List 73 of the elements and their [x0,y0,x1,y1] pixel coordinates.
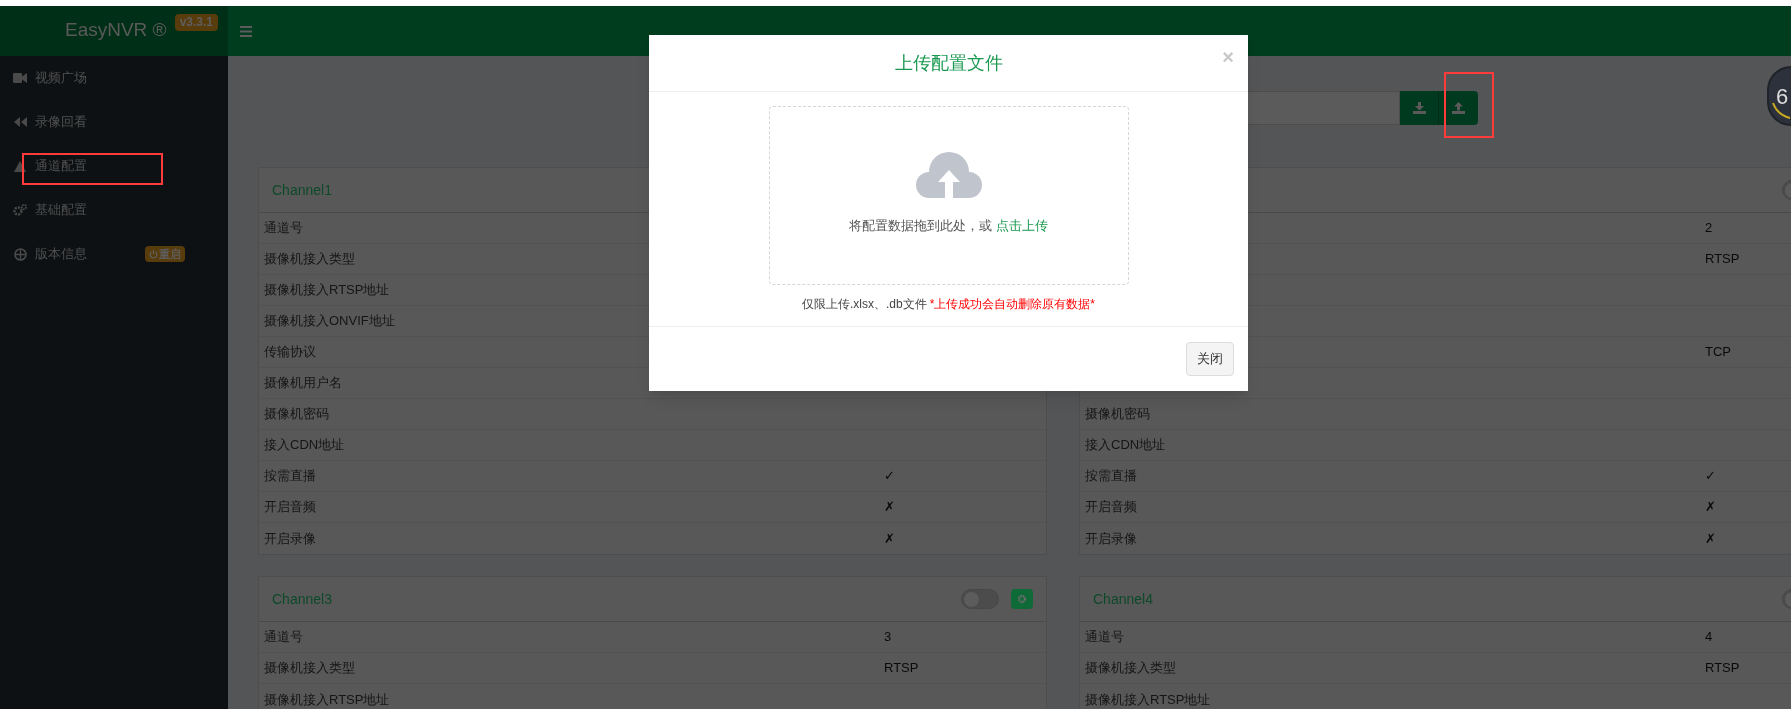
field-label: 摄像机接入RTSP地址 [264,281,390,300]
gears-icon [13,204,27,216]
field-value: 2 [1705,219,1713,238]
highlight-box [1444,72,1494,138]
field-label: 开启录像 [1085,529,1137,548]
sidebar-item[interactable]: 录像回看 [0,100,228,144]
field-value: ✗ [884,498,895,517]
progress-arc [1772,102,1791,120]
field-value: RTSP [884,659,919,678]
field-label: 开启音频 [1085,498,1137,517]
sidebar-item[interactable]: 版本信息 重启 [0,232,228,276]
restart-badge[interactable]: 重启 [145,246,185,262]
field-value: ✗ [884,529,895,548]
field-label: 开启音频 [264,498,316,517]
upload-icon [1452,102,1465,114]
channel-title: Channel4 [1093,589,1154,609]
close-button[interactable]: × [1222,47,1234,67]
download-button[interactable] [1400,91,1439,125]
field-label: 摄像机接入类型 [264,250,355,269]
menu-icon[interactable] [240,25,252,37]
field-value: ✓ [1705,467,1716,486]
field-value: ✓ [884,467,895,486]
field-value: RTSP [1705,250,1740,269]
sidebar-item[interactable]: 通道配置 [0,144,228,188]
field-value: 4 [1705,628,1713,647]
upload-link[interactable]: 点击上传 [995,218,1048,233]
field-label: 摄像机密码 [264,405,329,424]
field-label: 传输协议 [264,343,316,362]
power-icon [149,249,158,259]
warning-text: *上传成功会自动删除原有数据* [929,296,1095,313]
rewind-icon [13,117,27,127]
close-dialog-button[interactable]: 关闭 [1186,342,1234,376]
globe-icon [13,247,27,261]
sidebar-label: 基础配置 [35,201,87,220]
field-label: 通道号 [264,219,303,238]
field-label: 摄像机接入类型 [264,659,355,678]
brand-name: EasyNVR ® [65,17,167,42]
field-value: 3 [884,628,892,647]
field-label: 接入CDN地址 [1085,436,1166,455]
field-value: TCP [1705,343,1731,362]
sidebar-label: 录像回看 [35,113,87,132]
sidebar-label: 版本信息 [35,245,87,264]
settings-icon [1017,594,1027,604]
field-label: 摄像机用户名 [264,374,342,393]
drop-hint: 将配置数据拖到此处，或 点击上传 [849,217,1048,235]
upload-button[interactable] [1439,91,1478,125]
sidebar-label: 视频广场 [35,69,87,88]
field-label: 摄像机密码 [1085,405,1150,424]
dialog-title: 上传配置文件 [894,51,1003,75]
field-label: 通道号 [1085,628,1124,647]
field-value: RTSP [1705,659,1740,678]
sidebar-label: 通道配置 [35,157,87,176]
field-value: ✗ [1705,529,1716,548]
field-label: 摄像机接入类型 [1085,659,1176,678]
drop-zone[interactable]: 将配置数据拖到此处，或 点击上传 [768,106,1129,285]
field-value: ✗ [1705,498,1716,517]
field-label: 摄像机接入RTSP地址 [1085,690,1211,709]
download-icon [1412,102,1426,114]
video-camera-icon [13,73,27,83]
field-label: 接入CDN地址 [264,436,345,455]
field-label: 摄像机接入ONVIF地址 [264,312,395,331]
bell-icon [14,160,26,172]
badge-value: 6 [1776,82,1789,111]
channel-title: Channel1 [272,180,333,200]
field-label: 开启录像 [264,529,316,548]
sidebar-item[interactable]: 基础配置 [0,188,228,232]
version-badge: v3.3.1 [174,14,218,31]
sidebar-item[interactable]: 视频广场 [0,56,228,100]
channel-title: Channel3 [272,589,333,609]
field-label: 通道号 [264,628,303,647]
file-type-note: 仅限上传.xlsx、.db文件 [802,296,927,313]
field-label: 摄像机接入RTSP地址 [264,690,390,709]
settings-button[interactable] [1011,589,1033,609]
